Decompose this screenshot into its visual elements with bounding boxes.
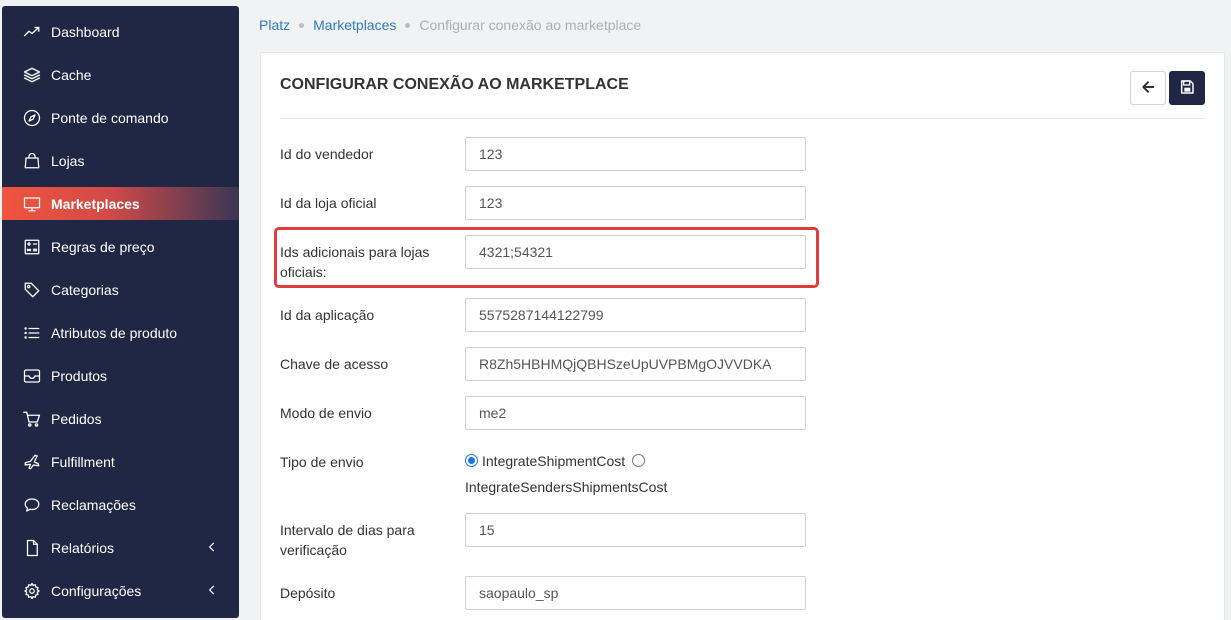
sidebar-item-label: Categorias: [51, 281, 119, 298]
sidebar-item-configuracoes[interactable]: Configurações: [2, 574, 239, 607]
sidebar-item-label: Cache: [51, 66, 92, 83]
sidebar-item-label: Lojas: [51, 152, 85, 169]
sidebar-item-reclamacoes[interactable]: Reclamações: [2, 488, 239, 521]
access-key-label: Chave de acesso: [280, 356, 389, 372]
radio-integrate-senders-shipments-cost[interactable]: [632, 454, 646, 467]
calculator-icon: [22, 237, 42, 257]
gear-icon: [22, 581, 42, 601]
sidebar-item-pedidos[interactable]: Pedidos: [2, 402, 239, 435]
check-interval-label-line1: Intervalo de dias para: [280, 522, 415, 538]
sidebar-item-categorias[interactable]: Categorias: [2, 273, 239, 306]
radio-label[interactable]: IntegrateShipmentCost: [482, 453, 625, 469]
breadcrumb: Platz Marketplaces Configurar conexão ao…: [259, 17, 641, 33]
radio-label[interactable]: IntegrateSendersShipmentsCost: [465, 479, 667, 495]
sidebar-item-label: Marketplaces: [51, 195, 140, 212]
sidebar-item-label: Dashboard: [51, 23, 120, 40]
app-id-label: Id da aplicação: [280, 307, 375, 323]
list-icon: [22, 323, 42, 343]
sidebar-item-label: Configurações: [51, 582, 142, 599]
back-button[interactable]: [1130, 71, 1166, 105]
arrow-left-icon: [1140, 79, 1156, 98]
additional-ids-field[interactable]: 4321;54321: [465, 235, 806, 269]
sidebar-item-label: Regras de preço: [51, 238, 155, 255]
trend-line-icon: [22, 22, 42, 42]
sidebar-item-ponte-de-comando[interactable]: Ponte de comando: [2, 101, 239, 134]
additional-ids-label-line2: oficiais:: [280, 264, 327, 280]
shopping-bag-icon: [22, 151, 42, 171]
check-interval-label-line2: verificação: [280, 542, 347, 558]
sidebar-item-label: Fulfillment: [51, 453, 115, 470]
seller-id-field[interactable]: 123: [465, 137, 806, 171]
shipping-mode-label: Modo de envio: [280, 405, 372, 421]
official-store-id-label: Id da loja oficial: [280, 195, 377, 211]
sidebar-item-label: Pedidos: [51, 410, 102, 427]
shipping-mode-field[interactable]: me2: [465, 396, 806, 430]
app-id-field[interactable]: 5575287144122799: [465, 298, 806, 332]
sidebar: Dashboard Cache Ponte de comando Lojas M…: [2, 6, 239, 618]
card-divider: [280, 118, 1205, 119]
breadcrumb-parent[interactable]: Marketplaces: [313, 17, 396, 33]
additional-ids-label-line1: Ids adicionais para lojas: [280, 244, 430, 260]
monitor-icon: [22, 194, 42, 214]
sidebar-item-relatorios[interactable]: Relatórios: [2, 531, 239, 564]
sidebar-item-regras-de-preco[interactable]: Regras de preço: [2, 230, 239, 263]
sidebar-item-produtos[interactable]: Produtos: [2, 359, 239, 392]
chevron-left-icon[interactable]: [205, 540, 219, 554]
compass-icon: [22, 108, 42, 128]
save-button[interactable]: [1169, 71, 1205, 105]
sidebar-item-label: Relatórios: [51, 539, 115, 556]
seller-id-label: Id do vendedor: [280, 146, 374, 162]
chevron-left-icon[interactable]: [205, 583, 219, 597]
document-icon: [22, 538, 42, 558]
sidebar-item-cache[interactable]: Cache: [2, 58, 239, 91]
cart-icon: [22, 409, 42, 429]
sidebar-item-fulfillment[interactable]: Fulfillment: [2, 445, 239, 478]
layers-icon: [22, 65, 42, 85]
inbox-icon: [22, 366, 42, 386]
tag-icon: [22, 280, 42, 300]
breadcrumb-separator: [405, 22, 411, 28]
sidebar-item-label: Atributos de produto: [51, 324, 178, 341]
sidebar-item-dashboard[interactable]: Dashboard: [2, 15, 239, 48]
official-store-id-field[interactable]: 123: [465, 186, 806, 220]
sidebar-item-atributos-de-produto[interactable]: Atributos de produto: [2, 316, 239, 349]
breadcrumb-current: Configurar conexão ao marketplace: [419, 17, 642, 33]
breadcrumb-root[interactable]: Platz: [259, 17, 290, 33]
sidebar-item-lojas[interactable]: Lojas: [2, 144, 239, 177]
warehouse-label: Depósito: [280, 585, 336, 601]
check-interval-field[interactable]: 15: [465, 513, 806, 547]
sidebar-item-label: Reclamações: [51, 496, 136, 513]
shipping-type-radio-group: IntegrateShipmentCost IntegrateSendersSh…: [465, 448, 667, 500]
sidebar-item-label: Ponte de comando: [51, 109, 169, 126]
plane-icon: [22, 452, 42, 472]
sidebar-item-marketplaces[interactable]: Marketplaces: [2, 187, 239, 220]
page-title: CONFIGURAR CONEXÃO AO MARKETPLACE: [280, 76, 629, 93]
radio-integrate-shipment-cost[interactable]: [465, 454, 478, 467]
breadcrumb-separator: [299, 22, 305, 28]
shipping-type-label: Tipo de envio: [280, 454, 364, 470]
access-key-field[interactable]: R8Zh5HBHMQjQBHSzeUpUVPBMgOJVVDKA: [465, 347, 806, 381]
warehouse-field[interactable]: saopaulo_sp: [465, 576, 806, 610]
chat-bubble-icon: [22, 495, 42, 515]
sidebar-item-label: Produtos: [51, 367, 108, 384]
floppy-disk-icon: [1179, 79, 1195, 98]
